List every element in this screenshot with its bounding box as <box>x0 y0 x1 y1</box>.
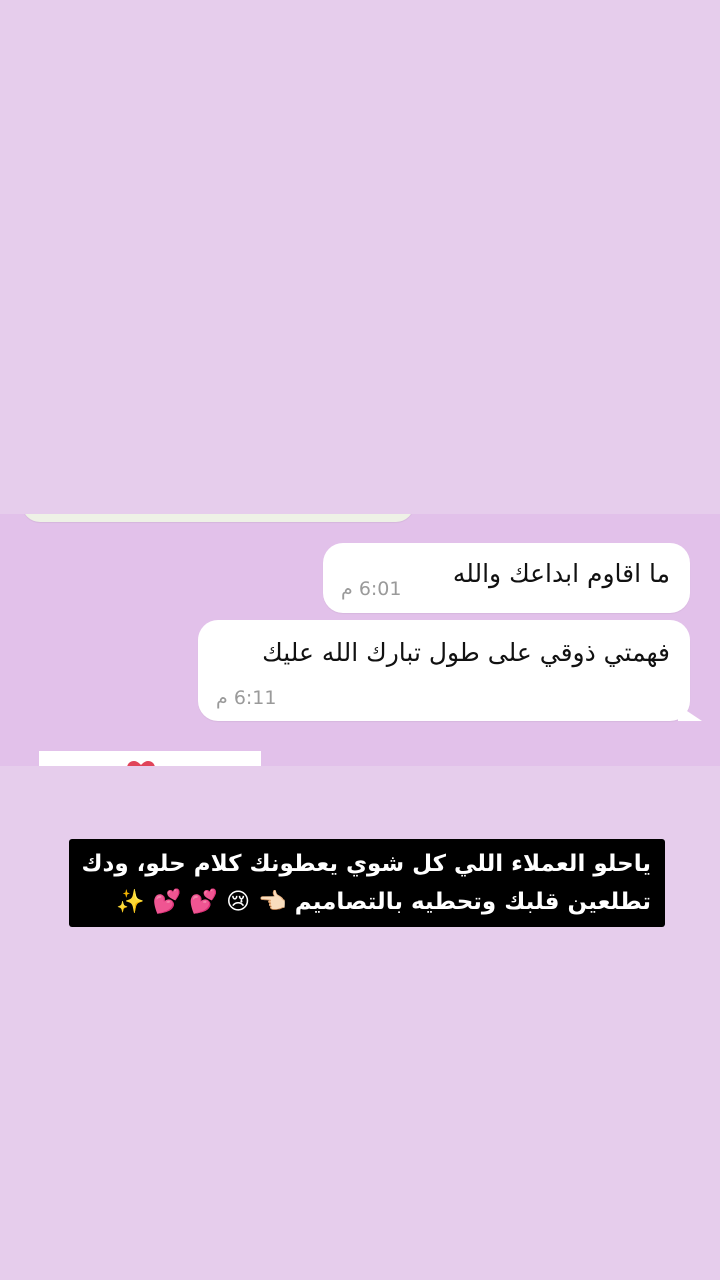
message-bubble-2: فهمتي ذوقي على طول تبارك الله عليك 6:11 … <box>198 620 702 721</box>
message-timestamp: 6:11 م <box>216 687 277 709</box>
message-bubble-1: ما اقاوم ابداعك والله 6:01 م <box>323 543 690 613</box>
bubble-tail <box>678 705 702 721</box>
message-text: فهمتي ذوقي على طول تبارك الله عليك <box>262 638 670 667</box>
heart-icon <box>126 760 156 766</box>
chat-screenshot: ما اقاوم ابداعك والله 6:01 م فهمتي ذوقي … <box>0 514 720 766</box>
previous-message-bubble <box>22 514 414 522</box>
story-caption: ياحلو العملاء اللي كل شوي يعطونك كلام حل… <box>69 839 665 927</box>
message-timestamp: 6:01 م <box>341 578 402 600</box>
next-message-card <box>39 751 261 766</box>
caption-text: ياحلو العملاء اللي كل شوي يعطونك كلام حل… <box>81 851 651 915</box>
message-text: ما اقاوم ابداعك والله <box>452 559 670 588</box>
